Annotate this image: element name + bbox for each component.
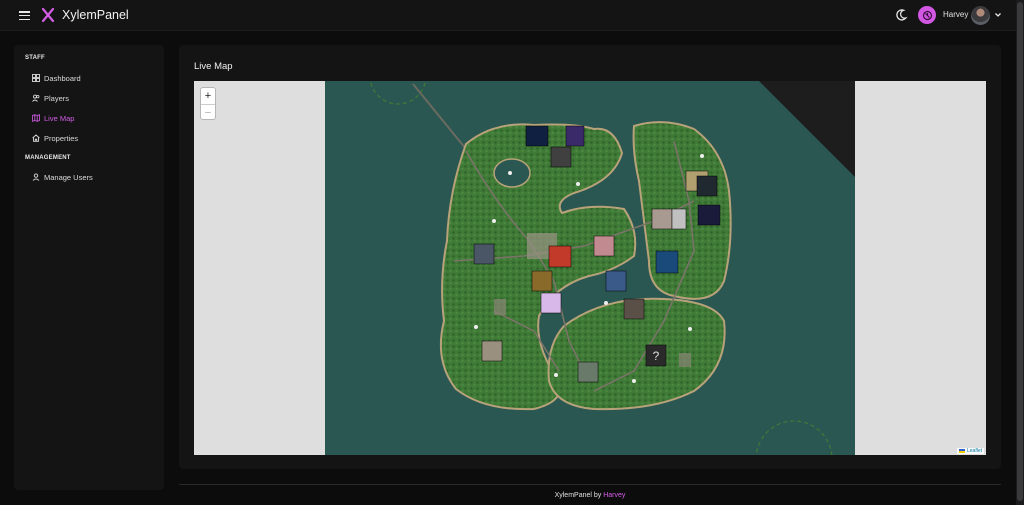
player-marker[interactable] — [548, 245, 572, 268]
sidebar-item-label: Players — [44, 93, 70, 103]
player-marker[interactable] — [540, 292, 562, 314]
player-marker[interactable] — [651, 208, 673, 230]
sidebar-item-label: Dashboard — [44, 73, 81, 83]
live-map[interactable]: ? + − Leaflet — [194, 81, 986, 455]
player-marker[interactable] — [696, 175, 718, 197]
zoom-out-button[interactable]: − — [201, 104, 215, 120]
player-marker[interactable] — [605, 270, 627, 292]
sidebar-item-properties[interactable]: Properties — [32, 132, 78, 144]
grid-icon — [32, 74, 40, 82]
player-marker[interactable] — [473, 243, 495, 265]
zoom-in-button[interactable]: + — [201, 88, 215, 104]
town-block — [494, 299, 506, 315]
player-marker[interactable] — [577, 361, 599, 383]
player-marker[interactable] — [565, 125, 585, 147]
map-canvas[interactable]: ? — [194, 81, 986, 455]
home-icon — [32, 134, 40, 142]
chevron-down-icon[interactable] — [994, 11, 1002, 19]
page-scrollbar[interactable] — [1016, 0, 1024, 505]
player-marker[interactable] — [655, 250, 679, 274]
player-marker[interactable] — [697, 204, 721, 226]
player-marker[interactable] — [593, 235, 615, 257]
menu-icon[interactable] — [19, 11, 30, 21]
footer: XylemPanel by Harvey — [179, 492, 1001, 499]
player-marker[interactable] — [671, 208, 687, 230]
sidebar-item-live-map[interactable]: Live Map — [32, 112, 74, 124]
player-marker[interactable] — [623, 298, 645, 320]
user-avatar-icon[interactable] — [918, 6, 936, 24]
sidebar-item-label: Live Map — [44, 113, 75, 123]
map-icon — [32, 114, 40, 122]
footer-divider — [179, 484, 1001, 485]
scrollbar-thumb[interactable] — [1017, 2, 1023, 501]
user-name[interactable]: Harvey — [943, 10, 968, 19]
player-marker[interactable] — [525, 125, 549, 147]
sidebar: STAFF Dashboard Players Live Map Propert… — [14, 45, 164, 490]
sidebar-item-manage-users[interactable]: Manage Users — [32, 171, 93, 183]
player-marker[interactable] — [481, 340, 503, 362]
xylem-logo-icon — [42, 8, 54, 22]
map-attribution[interactable]: Leaflet — [956, 448, 984, 454]
user-icon — [32, 173, 40, 181]
users-icon — [32, 94, 40, 102]
zoom-control: + − — [200, 87, 216, 120]
sidebar-item-players[interactable]: Players — [32, 92, 69, 104]
sidebar-item-label: Manage Users — [44, 172, 93, 182]
unknown-player-icon: ? — [653, 349, 660, 363]
ukraine-flag-icon — [958, 448, 965, 453]
page-title: Live Map — [194, 61, 233, 72]
attribution-link[interactable]: Leaflet — [967, 448, 982, 454]
avatar[interactable] — [971, 6, 990, 25]
player-marker[interactable] — [550, 146, 572, 168]
footer-text: XylemPanel by — [554, 492, 602, 499]
sidebar-section-staff: STAFF — [25, 55, 45, 61]
live-map-panel: Live Map ? + − Leaflet — [179, 45, 1001, 469]
moon-icon[interactable] — [894, 8, 908, 22]
top-bar: XylemPanel Harvey — [0, 0, 1016, 31]
app-title: XylemPanel — [62, 8, 129, 22]
town-block — [679, 353, 691, 367]
sidebar-item-label: Properties — [44, 133, 79, 143]
sidebar-section-management: MANAGEMENT — [25, 155, 71, 161]
sidebar-item-dashboard[interactable]: Dashboard — [32, 72, 81, 84]
footer-author-link[interactable]: Harvey — [603, 492, 625, 499]
player-marker[interactable] — [531, 270, 553, 292]
